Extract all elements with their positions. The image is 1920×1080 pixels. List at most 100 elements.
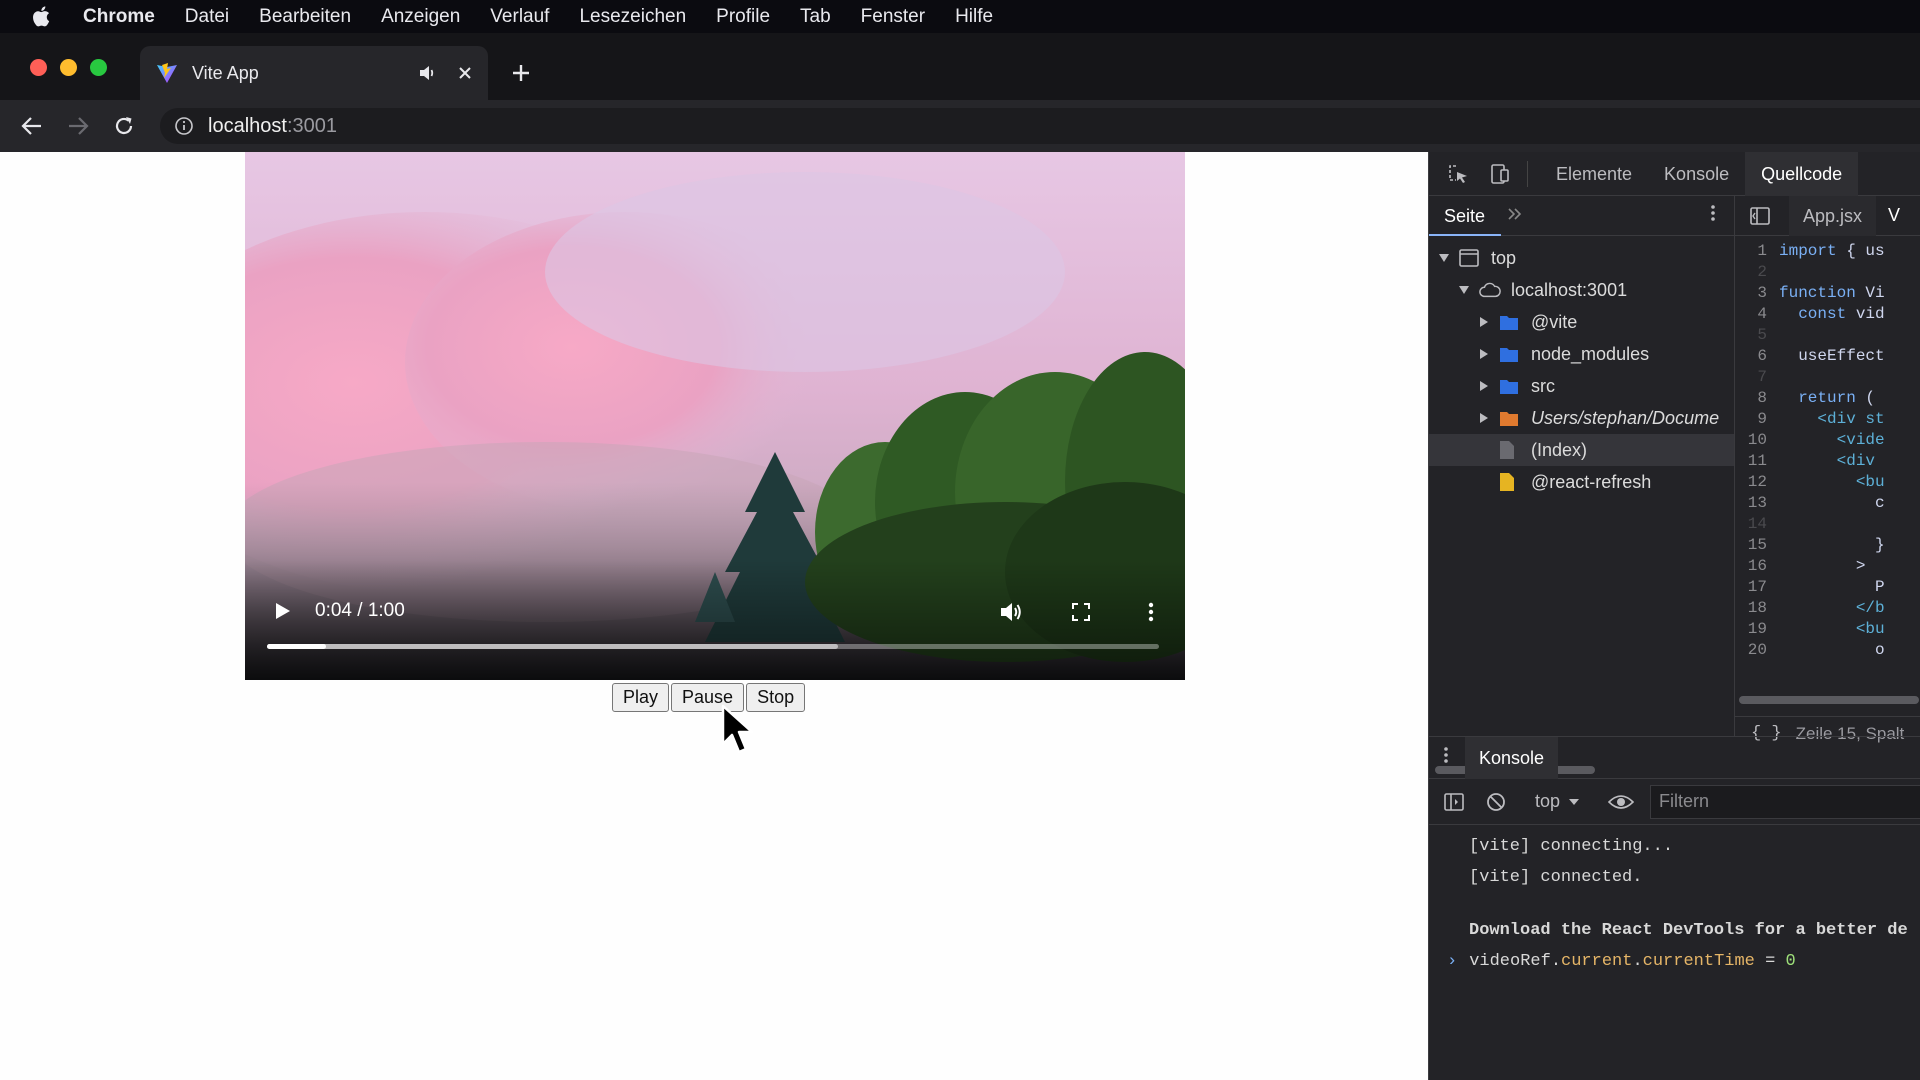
line-number[interactable]: 15: [1735, 536, 1779, 557]
tree-item[interactable]: @react-refresh: [1429, 466, 1734, 498]
menu-verlauf[interactable]: Verlauf: [490, 6, 549, 28]
line-number[interactable]: 1: [1735, 242, 1779, 263]
code-line[interactable]: 4 const vid: [1735, 305, 1920, 326]
window-minimize-button[interactable]: [60, 59, 77, 76]
console-input-line[interactable]: › videoRef. current. currentTime = 0: [1429, 946, 1920, 977]
device-toolbar-icon[interactable]: [1487, 161, 1513, 187]
console-filter-input[interactable]: Filtern: [1650, 784, 1920, 819]
menu-fenster[interactable]: Fenster: [861, 6, 925, 28]
collapsed-triangle-icon[interactable]: [1477, 347, 1491, 361]
line-number[interactable]: 19: [1735, 620, 1779, 641]
code-line[interactable]: 6 useEffect: [1735, 347, 1920, 368]
code-line[interactable]: 17 P: [1735, 578, 1920, 599]
video-play-icon[interactable]: [270, 598, 296, 624]
code-line[interactable]: 8 return (: [1735, 389, 1920, 410]
line-number[interactable]: 9: [1735, 410, 1779, 431]
tree-item[interactable]: localhost:3001: [1429, 274, 1734, 306]
line-number[interactable]: 14: [1735, 515, 1779, 536]
code-line[interactable]: 14: [1735, 515, 1920, 536]
menu-bearbeiten[interactable]: Bearbeiten: [259, 6, 351, 28]
toggle-navigator-icon[interactable]: [1749, 206, 1771, 226]
code-line[interactable]: 16 >: [1735, 557, 1920, 578]
video-progress-bar[interactable]: [267, 644, 1159, 649]
video-more-options-icon[interactable]: [1137, 598, 1165, 626]
line-number[interactable]: 10: [1735, 431, 1779, 452]
toggle-sidebar-icon[interactable]: [1443, 792, 1465, 812]
editor-tab-second[interactable]: V: [1876, 205, 1900, 226]
code-line[interactable]: 1 import { us: [1735, 242, 1920, 263]
code-line[interactable]: 13 c: [1735, 494, 1920, 515]
reload-icon[interactable]: [108, 110, 140, 142]
line-number[interactable]: 16: [1735, 557, 1779, 578]
apple-menu-icon[interactable]: [24, 6, 58, 27]
menu-datei[interactable]: Datei: [185, 6, 229, 28]
line-number[interactable]: 8: [1735, 389, 1779, 410]
code-line[interactable]: 18 </b: [1735, 599, 1920, 620]
tree-item[interactable]: node_modules: [1429, 338, 1734, 370]
inspect-element-icon[interactable]: [1445, 161, 1471, 187]
menu-hilfe[interactable]: Hilfe: [955, 6, 993, 28]
code-line[interactable]: 9 <div st: [1735, 410, 1920, 431]
code-line[interactable]: 5: [1735, 326, 1920, 347]
line-number[interactable]: 6: [1735, 347, 1779, 368]
tab-konsole[interactable]: Konsole: [1648, 152, 1745, 196]
code-line[interactable]: 7: [1735, 368, 1920, 389]
code-line[interactable]: 2: [1735, 263, 1920, 284]
video-player[interactable]: 0:04 / 1:00: [245, 152, 1185, 680]
drawer-menu-icon[interactable]: [1443, 746, 1449, 769]
code-line[interactable]: 12 <bu: [1735, 473, 1920, 494]
tree-item[interactable]: @vite: [1429, 306, 1734, 338]
navigator-menu-icon[interactable]: [1710, 204, 1716, 227]
more-tabs-chevron-icon[interactable]: [1507, 205, 1523, 226]
code-line[interactable]: 3 function Vi: [1735, 284, 1920, 305]
code-line[interactable]: 11 <div: [1735, 452, 1920, 473]
collapsed-triangle-icon[interactable]: [1477, 315, 1491, 329]
tree-item[interactable]: src: [1429, 370, 1734, 402]
tab-audio-playing-icon[interactable]: [418, 64, 440, 82]
browser-tab-vite-app[interactable]: Vite App: [140, 46, 488, 100]
line-number[interactable]: 4: [1735, 305, 1779, 326]
editor-tab-app-jsx[interactable]: App.jsx: [1789, 195, 1877, 236]
tree-item[interactable]: Users/stephan/Docume: [1429, 402, 1734, 434]
code-line[interactable]: 19 <bu: [1735, 620, 1920, 641]
collapsed-triangle-icon[interactable]: [1477, 411, 1491, 425]
tree-item[interactable]: top: [1429, 242, 1734, 274]
clear-console-icon[interactable]: [1485, 791, 1507, 813]
menu-chrome[interactable]: Chrome: [83, 6, 155, 28]
line-number[interactable]: 18: [1735, 599, 1779, 620]
menu-anzeigen[interactable]: Anzeigen: [381, 6, 460, 28]
tree-item[interactable]: (Index): [1429, 434, 1734, 466]
address-bar[interactable]: localhost:3001: [160, 108, 1920, 144]
video-volume-icon[interactable]: [997, 598, 1025, 626]
line-number[interactable]: 20: [1735, 641, 1779, 662]
menu-tab[interactable]: Tab: [800, 6, 831, 28]
video-fullscreen-icon[interactable]: [1067, 598, 1095, 626]
line-number[interactable]: 2: [1735, 263, 1779, 284]
context-selector[interactable]: top: [1535, 791, 1580, 812]
collapsed-triangle-icon[interactable]: [1477, 379, 1491, 393]
line-number[interactable]: 7: [1735, 368, 1779, 389]
code-lines[interactable]: 1 import { us 2 3 function Vi 4 const vid 5 6 u…: [1735, 236, 1920, 662]
line-number[interactable]: 11: [1735, 452, 1779, 473]
line-number[interactable]: 5: [1735, 326, 1779, 347]
expanded-triangle-icon[interactable]: [1457, 283, 1471, 297]
back-arrow-icon[interactable]: [16, 110, 48, 142]
menu-profile[interactable]: Profile: [716, 6, 770, 28]
live-expression-eye-icon[interactable]: [1608, 793, 1635, 811]
code-line[interactable]: 10 <vide: [1735, 431, 1920, 452]
line-number[interactable]: 13: [1735, 494, 1779, 515]
line-number[interactable]: 3: [1735, 284, 1779, 305]
site-info-icon[interactable]: [174, 116, 194, 136]
tab-close-icon[interactable]: [454, 66, 476, 80]
code-line[interactable]: 15 }: [1735, 536, 1920, 557]
menu-lesezeichen[interactable]: Lesezeichen: [579, 6, 686, 28]
forward-arrow-icon[interactable]: [62, 110, 94, 142]
window-close-button[interactable]: [30, 59, 47, 76]
tab-seite[interactable]: Seite: [1429, 196, 1502, 236]
tab-elemente[interactable]: Elemente: [1540, 152, 1648, 196]
code-line[interactable]: 20 o: [1735, 641, 1920, 662]
line-number[interactable]: 17: [1735, 578, 1779, 599]
new-tab-button[interactable]: [508, 60, 534, 86]
line-number[interactable]: 12: [1735, 473, 1779, 494]
expanded-triangle-icon[interactable]: [1437, 251, 1451, 265]
